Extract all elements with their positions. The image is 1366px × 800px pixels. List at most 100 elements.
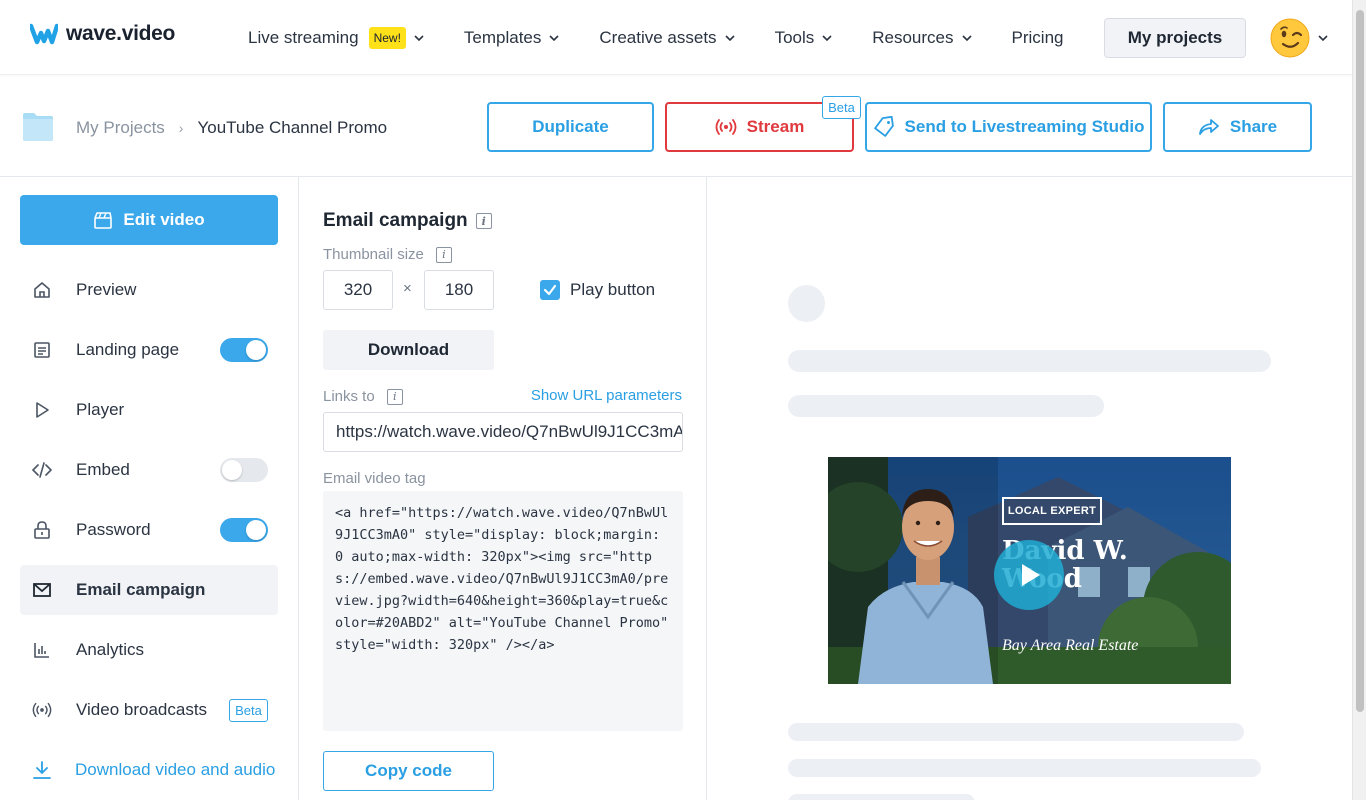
- page-scrollbar[interactable]: [1352, 0, 1366, 800]
- play-button-label[interactable]: Play button: [570, 280, 655, 300]
- send-to-livestreaming-studio-button[interactable]: Send to Livestreaming Studio: [865, 102, 1152, 152]
- breadcrumb-current-project: YouTube Channel Promo: [197, 118, 388, 137]
- landing-page-toggle[interactable]: [220, 338, 268, 362]
- breadcrumb-my-projects[interactable]: My Projects: [76, 118, 165, 138]
- email-campaign-panel: Email campaign i Thumbnail size i 320 × …: [300, 177, 707, 800]
- nav-label: Tools: [774, 28, 815, 47]
- nav-pricing[interactable]: Pricing: [1012, 28, 1064, 48]
- main-nav: Live streaming New! Templates Creative a…: [248, 27, 1103, 49]
- nav-label: Resources: [872, 28, 954, 47]
- sidebar-item-embed[interactable]: Embed: [20, 445, 278, 495]
- sidebar-item-label: Embed: [76, 460, 130, 479]
- share-arrow-icon: [1198, 119, 1219, 135]
- share-button[interactable]: Share: [1163, 102, 1312, 152]
- new-badge: New!: [368, 27, 406, 49]
- sidebar-item-player[interactable]: Player: [20, 385, 278, 435]
- thumbnail-height-input[interactable]: 180: [424, 270, 494, 310]
- nav-label: Creative assets: [599, 28, 717, 47]
- sidebar-item-email-campaign[interactable]: Email campaign: [20, 565, 278, 615]
- breadcrumb-separator: ›: [178, 120, 184, 136]
- breadcrumb: My Projects › YouTube Channel Promo: [76, 118, 387, 138]
- embed-toggle[interactable]: [220, 458, 268, 482]
- duplicate-button[interactable]: Duplicate: [487, 102, 654, 152]
- sidebar-item-label: Video broadcasts: [76, 700, 208, 719]
- broadcast-icon: [715, 119, 737, 135]
- panel-title: Email campaign i: [323, 210, 492, 232]
- info-icon[interactable]: i: [475, 213, 492, 229]
- info-icon[interactable]: i: [435, 246, 452, 263]
- edit-video-label: Edit video: [123, 210, 205, 229]
- sidebar-item-label: Password: [76, 520, 151, 539]
- nav-label: Live streaming: [248, 28, 359, 47]
- wave-video-logo[interactable]: wave.video: [30, 22, 175, 46]
- thumbnail-subtitle: Bay Area Real Estate: [1002, 637, 1139, 654]
- sidebar-item-label: Download video and audio: [75, 760, 276, 779]
- thumbnail-width-input[interactable]: 320: [323, 270, 393, 310]
- sidebar-item-download-video-and-audio[interactable]: Download video and audio: [20, 745, 278, 795]
- download-thumbnail-button[interactable]: Download: [323, 330, 494, 370]
- download-icon: [33, 761, 51, 779]
- stream-label: Stream: [746, 117, 805, 136]
- nav-templates[interactable]: Templates: [464, 28, 559, 48]
- info-icon[interactable]: i: [386, 388, 403, 405]
- skeleton-line: [788, 794, 975, 800]
- play-button-checkbox[interactable]: [540, 280, 560, 300]
- links-to-url-input[interactable]: https://watch.wave.video/Q7nBwUl9J1CC3mA…: [323, 412, 683, 452]
- panel-title-text: Email campaign: [323, 210, 468, 231]
- send-label: Send to Livestreaming Studio: [904, 117, 1145, 136]
- beta-badge: Beta: [229, 699, 268, 722]
- play-button-overlay[interactable]: [994, 540, 1064, 610]
- nav-label: Templates: [463, 28, 542, 47]
- skeleton-line: [788, 759, 1261, 777]
- edit-video-button[interactable]: Edit video: [20, 195, 278, 245]
- sidebar: Edit video Preview Landing page Player E…: [0, 177, 299, 800]
- links-to-text: Links to: [323, 388, 375, 405]
- sidebar-item-password[interactable]: Password: [20, 505, 278, 555]
- nav-live-streaming[interactable]: Live streaming New!: [248, 27, 424, 49]
- avatar-winking-emoji-icon[interactable]: [1270, 18, 1310, 58]
- password-toggle[interactable]: [220, 518, 268, 542]
- sidebar-item-video-broadcasts[interactable]: Video broadcasts Beta: [20, 685, 278, 735]
- lock-icon: [34, 521, 50, 539]
- show-url-parameters-link[interactable]: Show URL parameters: [531, 387, 682, 404]
- sidebar-item-label: Preview: [76, 280, 137, 299]
- sidebar-item-preview[interactable]: Preview: [20, 265, 278, 315]
- chevron-down-icon: [724, 35, 735, 42]
- skeleton-line: [788, 350, 1271, 372]
- email-video-tag-text: Email video tag: [323, 470, 426, 487]
- email-video-tag-code[interactable]: <a href="https://watch.wave.video/Q7nBwU…: [323, 491, 683, 731]
- broadcast-icon: [32, 702, 52, 718]
- envelope-icon: [33, 583, 51, 597]
- copy-code-button[interactable]: Copy code: [323, 751, 494, 791]
- nav-resources[interactable]: Resources: [872, 28, 972, 48]
- nav-tools[interactable]: Tools: [775, 28, 833, 48]
- sidebar-item-analytics[interactable]: Analytics: [20, 625, 278, 675]
- email-video-tag-label: Email video tag: [323, 470, 426, 487]
- chevron-down-icon[interactable]: [1318, 33, 1328, 43]
- wave-logo-icon: [30, 23, 58, 45]
- sidebar-item-label: Player: [76, 400, 125, 419]
- toggle-knob: [222, 460, 242, 480]
- duplicate-label: Duplicate: [532, 117, 609, 136]
- thumbnail-size-text: Thumbnail size: [323, 246, 424, 263]
- folder-icon: [23, 113, 53, 141]
- share-label: Share: [1229, 117, 1278, 136]
- project-toolbar: My Projects › YouTube Channel Promo Dupl…: [0, 76, 1352, 177]
- my-projects-button[interactable]: My projects: [1104, 18, 1246, 58]
- landing-page-icon: [34, 342, 50, 358]
- links-to-label: Links to i: [323, 388, 403, 405]
- chevron-down-icon: [414, 35, 424, 42]
- top-navigation-bar: wave.video Live streaming New! Templates…: [0, 0, 1352, 75]
- play-icon: [1022, 564, 1040, 586]
- nav-creative-assets[interactable]: Creative assets: [599, 28, 735, 48]
- sidebar-item-label: Landing page: [76, 340, 180, 359]
- scrollbar-thumb[interactable]: [1356, 10, 1364, 712]
- nav-label: Pricing: [1011, 28, 1064, 47]
- clapperboard-icon: [94, 212, 113, 229]
- sidebar-item-landing-page[interactable]: Landing page: [20, 325, 278, 375]
- local-expert-badge: LOCAL EXPERT: [1002, 497, 1102, 525]
- sidebar-item-label: Analytics: [76, 640, 145, 659]
- email-preview-panel: LOCAL EXPERT David W. Wood Bay Area Real…: [708, 177, 1352, 800]
- sidebar-item-label: Email campaign: [76, 580, 206, 599]
- video-thumbnail-preview[interactable]: LOCAL EXPERT David W. Wood Bay Area Real…: [828, 457, 1231, 684]
